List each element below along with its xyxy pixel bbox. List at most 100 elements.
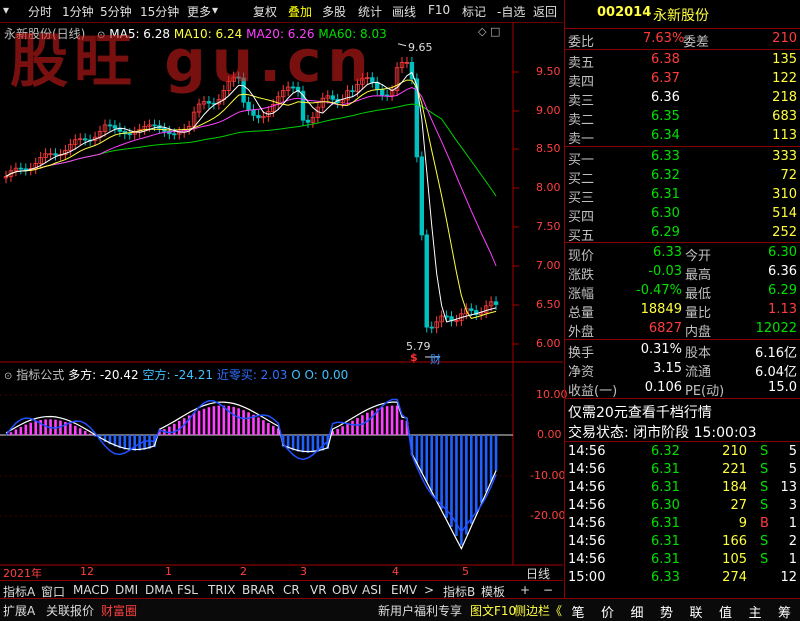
ask-row[interactable]: 卖四 6.37 122: [565, 70, 800, 90]
indicator-tab[interactable]: DMA: [145, 583, 173, 597]
indicator-tab[interactable]: DMI: [115, 583, 138, 597]
menu-item[interactable]: F10: [428, 3, 450, 17]
date-month: 5: [462, 565, 469, 578]
s-badge-icon[interactable]: $: [410, 351, 418, 364]
bid-row[interactable]: 买三 6.31 310: [565, 186, 800, 206]
indicator-name[interactable]: 指标公式: [16, 368, 64, 382]
ask-row[interactable]: 卖五 6.38 135: [565, 51, 800, 71]
price-tick: 8.50: [536, 142, 561, 155]
bid-row[interactable]: 买一 6.33 333: [565, 148, 800, 168]
ask-label: 卖一: [568, 132, 595, 147]
panel-switch-button[interactable]: 主: [742, 602, 768, 621]
status-promo[interactable]: 新用户福利专享: [378, 602, 462, 619]
caibao-badge-icon[interactable]: 财: [430, 351, 441, 367]
ask-label: 卖二: [568, 113, 595, 128]
weibi-label: 委比: [568, 35, 595, 50]
price-tick: 8.00: [536, 181, 561, 194]
status-sidebar[interactable]: 侧边栏《: [514, 602, 562, 619]
ask-row[interactable]: 卖一 6.34 113: [565, 127, 800, 147]
bid-label: 买四: [568, 210, 595, 225]
panel-switch-button[interactable]: 笔: [565, 602, 591, 621]
menu-item[interactable]: 标记: [462, 3, 486, 20]
chart-tool-icons[interactable]: ◇ □: [478, 25, 500, 38]
fund-value: 0.31%: [640, 342, 682, 357]
ask-row[interactable]: 卖二 6.35 683: [565, 108, 800, 128]
candle-body: [112, 125, 118, 129]
panel-switch-button[interactable]: 值: [713, 602, 739, 621]
panel-switch-button[interactable]: 价: [595, 602, 621, 621]
tick-time: 14:56: [568, 498, 606, 513]
menu-item[interactable]: 返回: [533, 3, 557, 20]
stat-value: -0.03: [648, 264, 682, 279]
fund-row: 换手 0.31% 股本 6.16亿: [565, 341, 800, 361]
panel-switch-button[interactable]: 细: [624, 602, 650, 621]
tick-time: 15:00: [568, 570, 606, 585]
kline-chart[interactable]: [0, 22, 563, 598]
fund-label: 收益(一): [568, 384, 618, 399]
status-f10[interactable]: 图文F10: [470, 602, 516, 619]
collapse-icon[interactable]: ⊙: [4, 371, 12, 382]
bid-row[interactable]: 买四 6.30 514: [565, 205, 800, 225]
date-month: 2: [240, 565, 247, 578]
fund-row: 收益(一) 0.106 PE(动) 15.0: [565, 379, 800, 399]
panel-switch-button[interactable]: 联: [683, 602, 709, 621]
stat-value: 18849: [640, 302, 682, 317]
indicator-tab[interactable]: +: [520, 583, 530, 597]
status-ext-a[interactable]: 扩展A: [3, 602, 35, 619]
candle-body: [305, 119, 311, 123]
tab-scroll-right-icon[interactable]: >: [424, 583, 434, 597]
watermark: 股旺 gu.cn: [10, 27, 375, 95]
tick-time: 14:56: [568, 480, 606, 495]
indicator-tab[interactable]: FSL: [177, 583, 198, 597]
ask-row[interactable]: 卖三 6.36 218: [565, 89, 800, 109]
fund-label: PE(动): [685, 384, 725, 399]
tick-price: 6.31: [651, 516, 680, 531]
indicator-tab[interactable]: VR: [310, 583, 327, 597]
tick-price: 6.31: [651, 552, 680, 567]
ask-label: 卖四: [568, 75, 595, 90]
ask-volume: 135: [772, 52, 797, 67]
panel-switch-button[interactable]: 势: [654, 602, 680, 621]
indicator-tab[interactable]: BRAR: [242, 583, 275, 597]
panel-switch-button[interactable]: 筹: [772, 602, 798, 621]
promo-row[interactable]: 仅需20元查看千档行情: [565, 401, 800, 422]
dropdown-arrow-icon[interactable]: ▾: [3, 3, 9, 17]
candle-body: [246, 101, 251, 111]
tick-volume: 210: [722, 444, 747, 459]
promo-text[interactable]: 仅需20元查看千档行情: [568, 402, 712, 422]
candle-body: [152, 124, 157, 127]
indicator-tab[interactable]: EMV: [391, 583, 417, 597]
indicator-tick: -10.00: [530, 469, 566, 482]
tick-row: 14:56 6.31 9 B 1: [565, 515, 800, 533]
status-bar: 扩展A 关联报价 财富圈 新用户福利专享 图文F10 侧边栏《 笔价细势联值主筹: [0, 598, 800, 621]
high-mark-arrow: [397, 43, 407, 47]
stat-label: 量比: [685, 306, 712, 321]
bid-volume: 310: [772, 187, 797, 202]
indicator-tab[interactable]: −: [543, 583, 553, 597]
stat-value: 6.30: [768, 245, 797, 260]
status-related-quote[interactable]: 关联报价: [46, 602, 94, 619]
price-tick: 6.00: [536, 337, 561, 350]
menu-item[interactable]: -自选: [497, 3, 525, 20]
indicator-tab[interactable]: MACD: [73, 583, 109, 597]
status-wealth-circle[interactable]: 财富圈: [101, 602, 137, 619]
price-tick: 9.50: [536, 65, 561, 78]
candle-body: [23, 168, 28, 171]
stock-code: 002014: [597, 5, 652, 20]
indicator-tab[interactable]: CR: [283, 583, 300, 597]
tick-row: 14:56 6.30 27 S 3: [565, 497, 800, 515]
indicator-tab[interactable]: OBV: [332, 583, 358, 597]
tick-time: 14:56: [568, 444, 606, 459]
candle-body: [83, 138, 88, 141]
indicator-tab[interactable]: TRIX: [208, 583, 235, 597]
indicator-tab[interactable]: ASI: [362, 583, 381, 597]
bid-row[interactable]: 买五 6.29 252: [565, 224, 800, 244]
menu-item[interactable]: 画线: [392, 3, 416, 20]
bid-row[interactable]: 买二 6.32 72: [565, 167, 800, 187]
indicator-tabs: 指标A 窗口 MACD DMI DMA FSL TRIX BRAR CR VR OBV ASI EMV 指…: [0, 580, 563, 599]
tick-price: 6.31: [651, 480, 680, 495]
tick-row: 14:56 6.31 221 S 5: [565, 461, 800, 479]
tick-volume: 221: [722, 462, 747, 477]
ask-price: 6.37: [651, 71, 680, 86]
tick-volume: 166: [722, 534, 747, 549]
